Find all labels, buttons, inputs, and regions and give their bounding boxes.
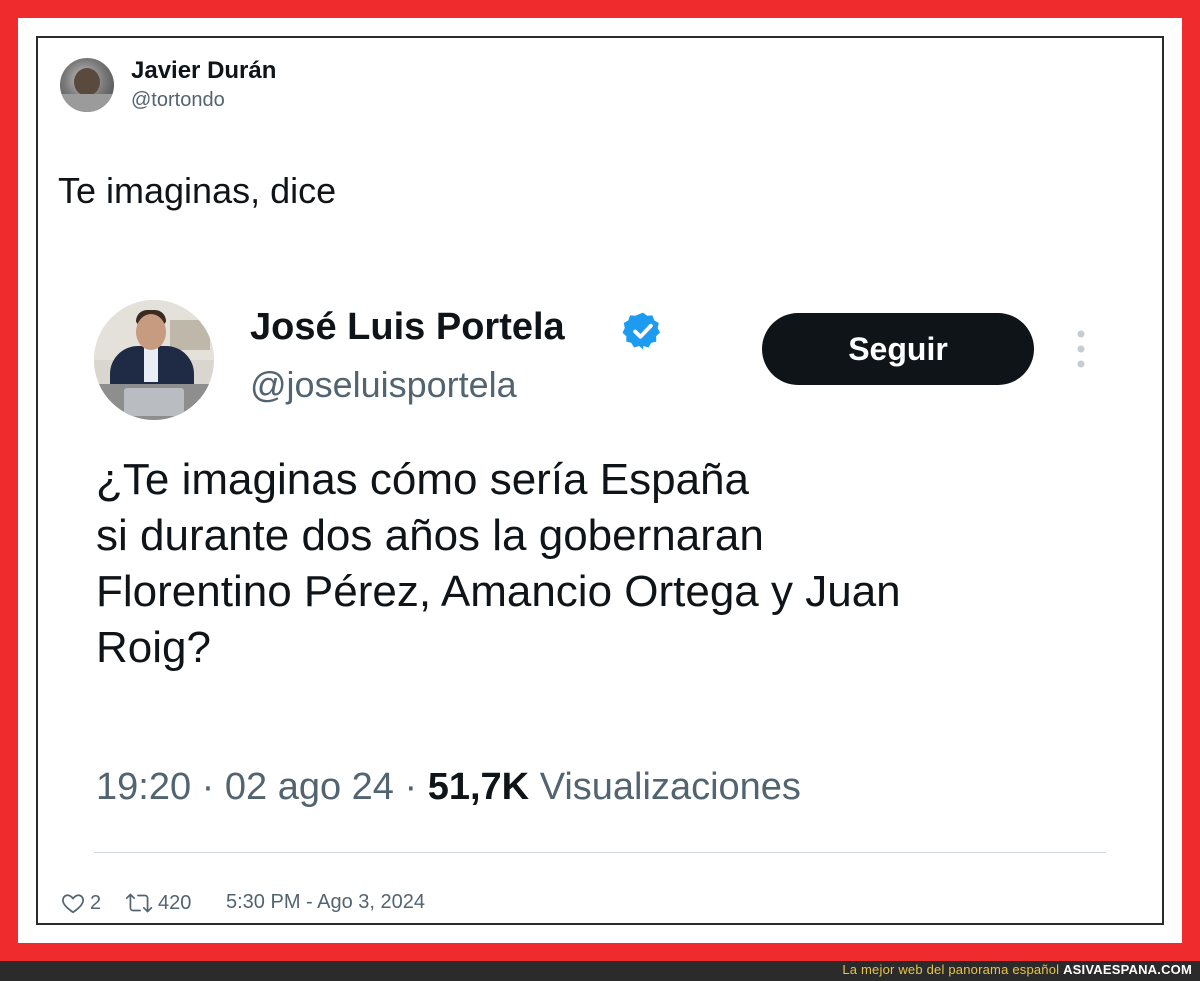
- quoted-text-line: Roig?: [96, 623, 211, 672]
- quoted-tweet-text: ¿Te imaginas cómo sería España si durant…: [96, 452, 1126, 676]
- heart-icon: [62, 894, 84, 914]
- views-count: 51,7K: [427, 766, 530, 808]
- quoted-time: 19:20: [96, 766, 192, 808]
- verified-badge-icon: [622, 312, 660, 350]
- divider: [94, 852, 1106, 853]
- quoted-date: 02 ago 24: [224, 766, 394, 808]
- quoted-text-line: ¿Te imaginas cómo sería España: [96, 455, 749, 504]
- quoted-author-avatar: [94, 300, 214, 420]
- quoted-text-line: si durante dos años la gobernaran: [96, 511, 764, 560]
- retweet-count: 420: [158, 891, 192, 914]
- author-name[interactable]: Javier Durán: [131, 57, 276, 85]
- footer-text: La mejor web del panorama español ASIVAE…: [842, 962, 1192, 977]
- avatar-face: [74, 68, 100, 96]
- footer-tagline: La mejor web del panorama español: [842, 962, 1060, 977]
- follow-button: Seguir: [762, 313, 1034, 385]
- quoted-author-handle: @joseluisportela: [250, 364, 517, 405]
- author-avatar[interactable]: [60, 58, 114, 112]
- tweet-text: Te imaginas, dice: [58, 170, 337, 211]
- quoted-tweet-meta: 19:20 · 02 ago 24 · 51,7K Visualizacione…: [96, 766, 801, 809]
- tweet-timestamp[interactable]: 5:30 PM - Ago 3, 2024: [226, 891, 425, 914]
- quoted-author-name: José Luis Portela: [250, 306, 565, 348]
- retweet-button[interactable]: 420: [124, 890, 191, 916]
- meta-separator: ·: [404, 766, 428, 808]
- like-button[interactable]: 2: [60, 890, 101, 916]
- retweet-icon: [125, 893, 153, 913]
- footer-bar: La mejor web del panorama español ASIVAE…: [0, 961, 1200, 981]
- more-options-icon: [1077, 330, 1085, 368]
- author-handle[interactable]: @tortondo: [131, 89, 225, 112]
- quoted-text-line: Florentino Pérez, Amancio Ortega y Juan: [96, 567, 901, 616]
- meta-separator: ·: [201, 766, 225, 808]
- footer-site-link[interactable]: ASIVAESPANA.COM: [1063, 962, 1192, 977]
- like-count: 2: [90, 891, 102, 914]
- views-label: Visualizaciones: [539, 766, 801, 808]
- avatar-desk: [60, 94, 114, 112]
